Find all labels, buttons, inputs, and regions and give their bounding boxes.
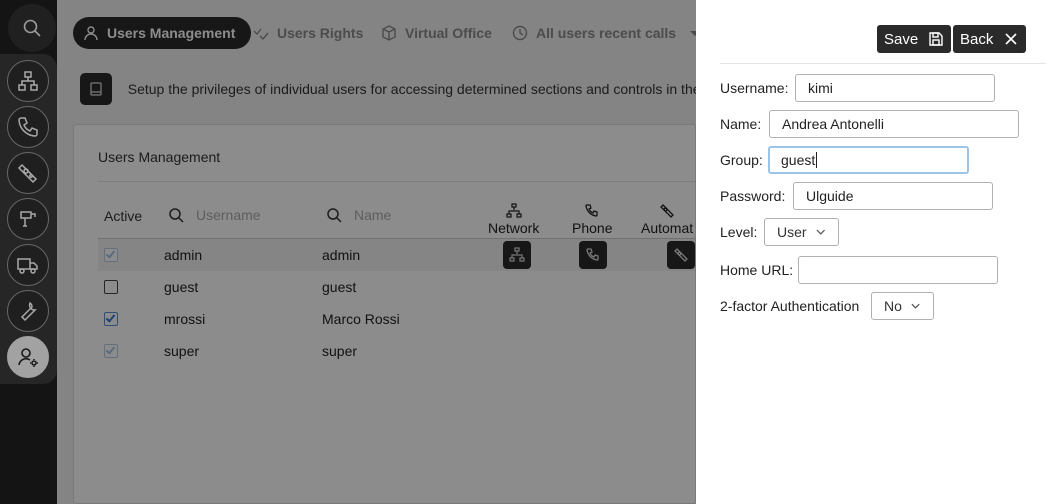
username-input[interactable] bbox=[795, 74, 995, 102]
home-url-label: Home URL: bbox=[720, 262, 794, 278]
modal-overlay[interactable] bbox=[57, 0, 696, 504]
sidebar-overlay bbox=[0, 0, 57, 504]
back-button-label: Back bbox=[960, 30, 994, 48]
back-button[interactable]: Back bbox=[953, 25, 1027, 53]
password-label: Password: bbox=[720, 188, 786, 204]
chevron-down-icon bbox=[816, 229, 825, 235]
save-button[interactable]: Save bbox=[877, 25, 952, 53]
name-input[interactable] bbox=[769, 110, 1019, 138]
text-caret bbox=[816, 152, 818, 168]
group-label: Group: bbox=[720, 152, 763, 168]
name-label: Name: bbox=[720, 116, 762, 132]
group-input-value: guest bbox=[781, 152, 816, 168]
password-input[interactable] bbox=[793, 182, 993, 210]
level-select[interactable]: User bbox=[764, 218, 839, 246]
two-factor-select[interactable]: No bbox=[871, 292, 934, 320]
level-select-value: User bbox=[777, 224, 807, 240]
close-icon bbox=[1005, 33, 1017, 45]
level-label: Level: bbox=[720, 224, 758, 240]
two-factor-select-value: No bbox=[884, 298, 902, 314]
two-factor-label: 2-factor Authentication bbox=[720, 298, 860, 314]
chevron-down-icon bbox=[911, 303, 920, 309]
floppy-disk-icon bbox=[929, 32, 943, 46]
edit-user-drawer: Save Back Username: Name: Group: guest P… bbox=[696, 0, 1064, 504]
save-button-label: Save bbox=[884, 30, 919, 48]
drawer-divider bbox=[720, 63, 1046, 64]
group-input[interactable]: guest bbox=[768, 146, 969, 174]
username-label: Username: bbox=[720, 80, 789, 96]
home-url-input[interactable] bbox=[798, 256, 998, 284]
